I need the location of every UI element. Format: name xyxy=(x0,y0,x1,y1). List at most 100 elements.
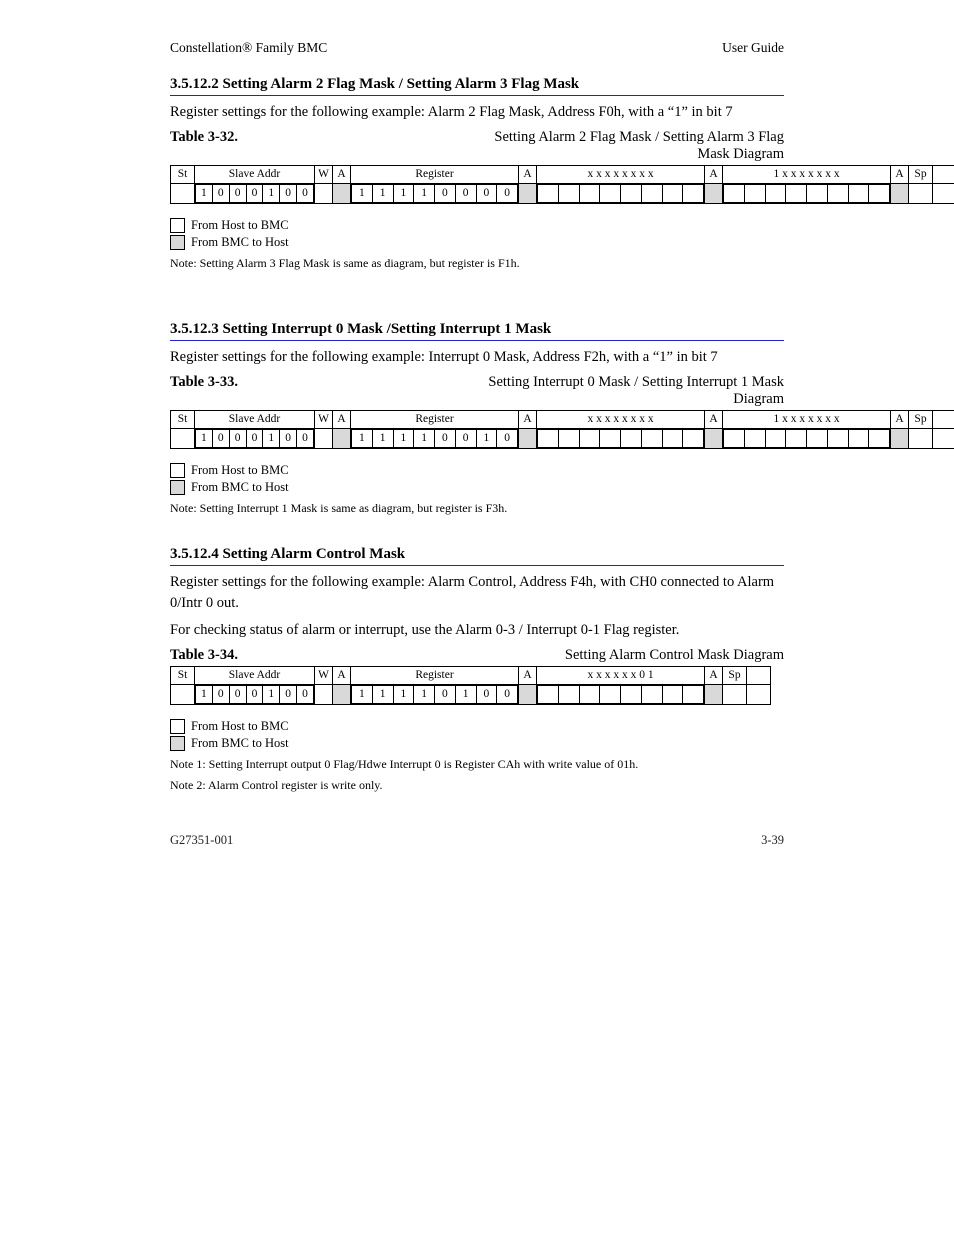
footer-right: 3-39 xyxy=(761,833,784,848)
section-3-title: 3.5.12.4 Setting Alarm Control Mask xyxy=(170,546,784,566)
cell-st: St xyxy=(171,411,195,429)
diagram-1: St Slave Addr W A Register A x x x x x x… xyxy=(170,165,954,204)
legend-bmc-swatch xyxy=(170,235,185,250)
bit xyxy=(558,185,579,203)
bit-cell xyxy=(933,429,954,449)
bit-cell-shaded xyxy=(705,184,723,204)
bit-cell-shaded xyxy=(333,429,351,449)
cell-ack1: A xyxy=(333,667,351,685)
bit: 0 xyxy=(246,185,263,203)
bit: 1 xyxy=(414,430,435,448)
cell-ack2: A xyxy=(519,166,537,184)
bit xyxy=(579,185,600,203)
legend-bmc-swatch xyxy=(170,480,185,495)
cell-ack1: A xyxy=(333,166,351,184)
cell-end xyxy=(747,667,771,685)
bit xyxy=(662,185,683,203)
bit: 0 xyxy=(497,686,518,704)
bit xyxy=(848,185,869,203)
footer-left: G27351-001 xyxy=(170,833,233,848)
bit: 1 xyxy=(263,686,280,704)
section-3-intro2: For checking status of alarm or interrup… xyxy=(170,620,784,641)
bit: 1 xyxy=(352,185,373,203)
bit-cell xyxy=(537,184,705,204)
diagram-2-row2: 1 0 0 0 1 0 0 1 1 1 1 0 0 1 0 xyxy=(171,429,954,449)
bit: 1 xyxy=(476,430,497,448)
bit xyxy=(621,686,642,704)
bit-cell xyxy=(171,184,195,204)
cell-ack2: A xyxy=(519,411,537,429)
bit: 1 xyxy=(263,185,280,203)
bit-cell-shaded xyxy=(519,685,537,705)
bit xyxy=(600,430,621,448)
bit xyxy=(786,430,807,448)
diagram-3: St Slave Addr W A Register A x x x x x x… xyxy=(170,666,771,705)
bit: 0 xyxy=(476,185,497,203)
diagram-1-row2: 1 0 0 0 1 0 0 1 1 1 1 0 0 0 0 xyxy=(171,184,954,204)
bit-cell xyxy=(171,429,195,449)
bit xyxy=(786,185,807,203)
bit-cell xyxy=(723,429,891,449)
bit: 0 xyxy=(280,185,297,203)
cell-byte3: 1 x x x x x x x xyxy=(723,166,891,184)
bit: 0 xyxy=(229,686,246,704)
bit: 0 xyxy=(212,686,229,704)
bit: 0 xyxy=(280,686,297,704)
diagram-2: St Slave Addr W A Register A x x x x x x… xyxy=(170,410,954,449)
legend-2: From Host to BMC From BMC to Host xyxy=(170,463,784,495)
cell-sp: Sp xyxy=(723,667,747,685)
bit-cell-shaded xyxy=(519,184,537,204)
header-right: User Guide xyxy=(722,40,784,56)
bit: 0 xyxy=(280,430,297,448)
bit: 0 xyxy=(246,686,263,704)
bit-cell xyxy=(933,184,954,204)
bit: 0 xyxy=(476,686,497,704)
legend-host-label: From Host to BMC xyxy=(191,463,289,478)
bit xyxy=(807,430,828,448)
legend-host-label: From Host to BMC xyxy=(191,719,289,734)
bit: 0 xyxy=(455,430,476,448)
bit xyxy=(765,185,786,203)
bit xyxy=(662,430,683,448)
cell-ack4: A xyxy=(891,166,909,184)
bit-cell xyxy=(747,685,771,705)
bit-cell-shaded xyxy=(333,685,351,705)
cell-slave: Slave Addr xyxy=(195,667,315,685)
bit-cell: 1 1 1 1 0 0 1 0 xyxy=(351,429,519,449)
bit-cell xyxy=(537,429,705,449)
cell-rw: W xyxy=(315,411,333,429)
bit: 0 xyxy=(297,185,314,203)
cell-byte2: x x x x x x x x xyxy=(537,411,705,429)
page-header: Constellation® Family BMC User Guide xyxy=(170,40,784,56)
bit: 0 xyxy=(435,430,456,448)
section-3-note1: Note 1: Setting Interrupt output 0 Flag/… xyxy=(170,757,784,772)
legend-host-swatch xyxy=(170,218,185,233)
cell-ack3: A xyxy=(705,667,723,685)
cell-ack3: A xyxy=(705,411,723,429)
cell-rw: W xyxy=(315,166,333,184)
bit xyxy=(600,686,621,704)
header-left: Constellation® Family BMC xyxy=(170,40,327,56)
bit-cell-shaded xyxy=(705,685,723,705)
table-3-caption: Table 3-34. Setting Alarm Control Mask D… xyxy=(170,647,784,664)
bit: 1 xyxy=(393,430,414,448)
bit xyxy=(869,430,890,448)
bit: 0 xyxy=(229,430,246,448)
bit-cell: 1 1 1 1 0 0 0 0 xyxy=(351,184,519,204)
bit: 0 xyxy=(497,185,518,203)
bit-cell xyxy=(537,685,705,705)
cell-ack2: A xyxy=(519,667,537,685)
bit-cell xyxy=(315,685,333,705)
bit: 0 xyxy=(297,686,314,704)
bit: 1 xyxy=(263,430,280,448)
section-2-title: 3.5.12.3 Setting Interrupt 0 Mask /Setti… xyxy=(170,321,784,341)
bit xyxy=(600,185,621,203)
diagram-3-row2: 1 0 0 0 1 0 0 1 1 1 1 0 1 0 0 xyxy=(171,685,771,705)
cell-byte3: 1 x x x x x x x xyxy=(723,411,891,429)
bit: 1 xyxy=(455,686,476,704)
bit xyxy=(538,430,559,448)
bit-cell-shaded xyxy=(333,184,351,204)
bit xyxy=(579,430,600,448)
bit xyxy=(683,686,704,704)
section-1-title: 3.5.12.2 Setting Alarm 2 Flag Mask / Set… xyxy=(170,76,784,96)
